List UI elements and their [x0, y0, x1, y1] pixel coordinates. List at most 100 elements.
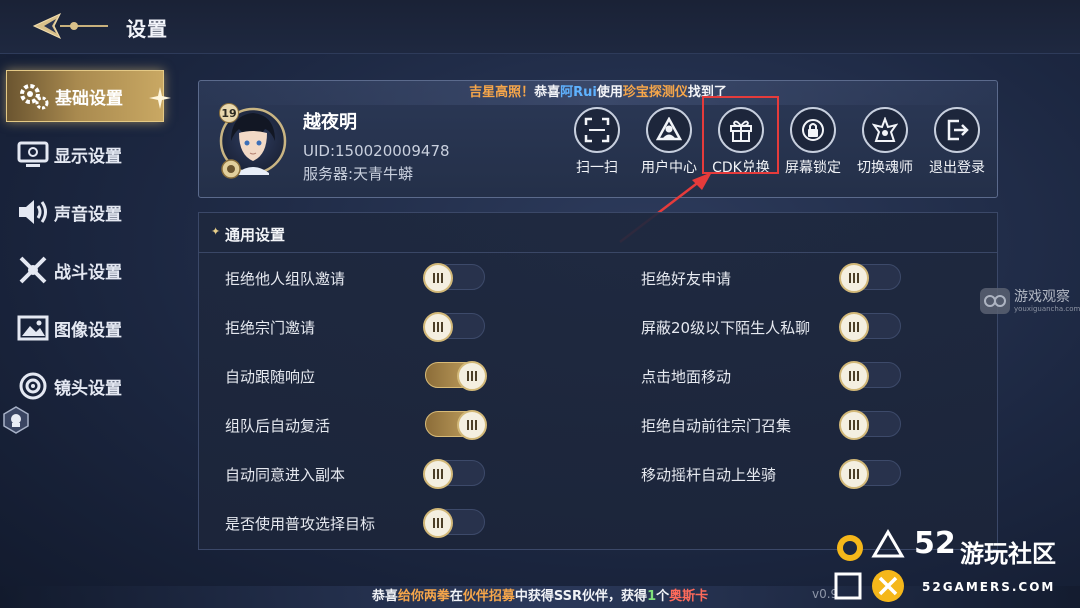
monitor-icon [16, 137, 50, 171]
logo-domain: 52GAMERS.COM [922, 580, 1056, 594]
toggle-refuse-sect-invite[interactable] [423, 312, 485, 342]
sidebar-item-label: 战斗设置 [54, 262, 122, 283]
sidebar-item-label: 基础设置 [55, 88, 123, 109]
ticker-text: 在 [449, 589, 463, 604]
toggle-knob-icon [839, 361, 869, 391]
switch-character-button[interactable]: 切换魂师 [845, 107, 925, 176]
avatar[interactable]: 19 [217, 103, 287, 183]
sidebar-item-battle[interactable]: 战斗设置 [6, 244, 164, 296]
sidebar-item-label: 声音设置 [54, 204, 122, 225]
level-badge: 19 [219, 103, 239, 123]
setting-label: 自动跟随响应 [225, 368, 316, 386]
playstation-symbols-icon [834, 529, 905, 602]
profile-card: 吉星高照！恭喜阿Rui使用珍宝探测仪找到了 19 越夜明 UID:1500200… [198, 80, 998, 198]
watermark-52gamers: 52 游玩社区 52GAMERS.COM [830, 522, 1080, 608]
speaker-icon [16, 195, 50, 229]
toggle-knob-icon [839, 312, 869, 342]
watermark-logo-icon [980, 288, 1010, 314]
camera-lens-icon [16, 369, 50, 403]
panel-title: 通用设置 [225, 226, 286, 244]
ticker-player: 给你两拳 [397, 589, 450, 604]
toggle-knob-icon [839, 263, 869, 293]
setting-label: 拒绝宗门邀请 [225, 319, 316, 337]
toggle-block-low-level-chat[interactable] [839, 312, 901, 342]
setting-label: 是否使用普攻选择目标 [225, 515, 376, 533]
ticker-text: 中获得SSR伙伴，获得 [514, 589, 648, 604]
watermark-youxiguancha: 游戏观察 youxiguancha.com [980, 286, 1080, 320]
toggle-joystick-auto-mount[interactable] [839, 459, 901, 489]
announcement-player: 阿Rui [560, 85, 597, 100]
sidebar-item-label: 图像设置 [54, 320, 122, 341]
toggle-knob-icon [423, 263, 453, 293]
switch-character-label: 切换魂师 [857, 160, 913, 176]
toggle-auto-enter-dungeon[interactable] [423, 459, 485, 489]
announcement-text: 吉星高照！ [469, 85, 535, 100]
ticker-event: 伙伴招募 [462, 589, 515, 604]
user-center-button[interactable]: 用户中心 [629, 107, 709, 176]
sidebar-item-graphics[interactable]: 图像设置 [6, 302, 164, 354]
sidebar-item-display[interactable]: 显示设置 [6, 128, 164, 180]
logout-icon [934, 107, 980, 153]
toggle-knob-icon [423, 508, 453, 538]
setting-label: 组队后自动复活 [225, 417, 331, 435]
toggle-knob-icon [457, 361, 487, 391]
setting-label: 屏蔽20级以下陌生人私聊 [641, 319, 811, 337]
toggle-basic-attack-target[interactable] [423, 508, 485, 538]
toggle-knob-icon [839, 410, 869, 440]
floating-menu-icon[interactable] [2, 406, 30, 434]
toggle-refuse-sect-summon[interactable] [839, 410, 901, 440]
toggle-knob-icon [423, 312, 453, 342]
setting-label: 拒绝自动前往宗门召集 [641, 417, 792, 435]
switch-character-icon [862, 107, 908, 153]
ticker-reward: 奥斯卡 [669, 589, 709, 604]
logo-chinese-title: 游玩社区 [960, 540, 1056, 568]
setting-label: 自动同意进入副本 [225, 466, 346, 484]
announcement-text: 恭喜 [534, 85, 561, 100]
setting-label: 拒绝他人组队邀请 [225, 270, 346, 288]
toggle-tap-ground-move[interactable] [839, 361, 901, 391]
toggle-refuse-team-invite[interactable] [423, 263, 485, 293]
gear-icon [17, 79, 51, 113]
announcement-item: 珍宝探测仪 [622, 85, 688, 100]
top-bar: 设置 [0, 0, 1080, 54]
ticker-text: 恭喜 [371, 589, 398, 604]
general-settings-panel: ✦ 通用设置 拒绝他人组队邀请 拒绝宗门邀请 自动跟随响应 组队后自动复活 自动… [198, 212, 998, 550]
back-arrow-icon[interactable] [30, 8, 112, 44]
panel-header: ✦ 通用设置 [199, 213, 997, 253]
crossed-swords-icon [16, 253, 50, 287]
sidebar-item-label: 镜头设置 [54, 378, 122, 399]
watermark-title: 游戏观察 [1014, 289, 1070, 305]
logout-label: 退出登录 [929, 160, 985, 176]
logout-button[interactable]: 退出登录 [917, 107, 997, 176]
setting-label: 点击地面移动 [641, 368, 732, 386]
scan-icon [574, 107, 620, 153]
announcement-text: 使用 [596, 85, 623, 100]
scan-label: 扫一扫 [576, 160, 618, 176]
toggle-knob-icon [457, 410, 487, 440]
announcement-banner: 吉星高照！恭喜阿Rui使用珍宝探测仪找到了 [199, 81, 997, 105]
screen-lock-button[interactable]: 屏幕锁定 [773, 107, 853, 176]
ticker-text: 个 [656, 589, 670, 604]
screen-lock-label: 屏幕锁定 [785, 160, 841, 176]
sidebar-item-basic[interactable]: 基础设置 [6, 70, 171, 122]
sparkle-icon [149, 87, 171, 109]
sidebar-item-camera[interactable]: 镜头设置 [6, 360, 164, 412]
sidebar: 基础设置 显示设置 声音设置 战斗设置 图像设置 镜头设置 [0, 68, 171, 428]
toggle-auto-revive[interactable] [425, 410, 487, 440]
watermark-url: youxiguancha.com [1014, 305, 1080, 313]
image-icon [16, 311, 50, 345]
scan-button[interactable]: 扫一扫 [557, 107, 637, 176]
setting-label: 拒绝好友申请 [641, 270, 732, 288]
toggle-knob-icon [839, 459, 869, 489]
cdk-highlight-box [702, 96, 779, 174]
player-server: 服务器:天青牛蟒 [303, 165, 414, 183]
toggle-knob-icon [423, 459, 453, 489]
toggle-auto-follow[interactable] [425, 361, 487, 391]
page-title: 设置 [126, 17, 168, 41]
sidebar-item-label: 显示设置 [54, 146, 122, 167]
lock-icon [790, 107, 836, 153]
setting-label: 移动摇杆自动上坐骑 [641, 466, 777, 484]
sidebar-item-sound[interactable]: 声音设置 [6, 186, 164, 238]
star-icon: ✦ [211, 225, 221, 238]
toggle-refuse-friend-request[interactable] [839, 263, 901, 293]
